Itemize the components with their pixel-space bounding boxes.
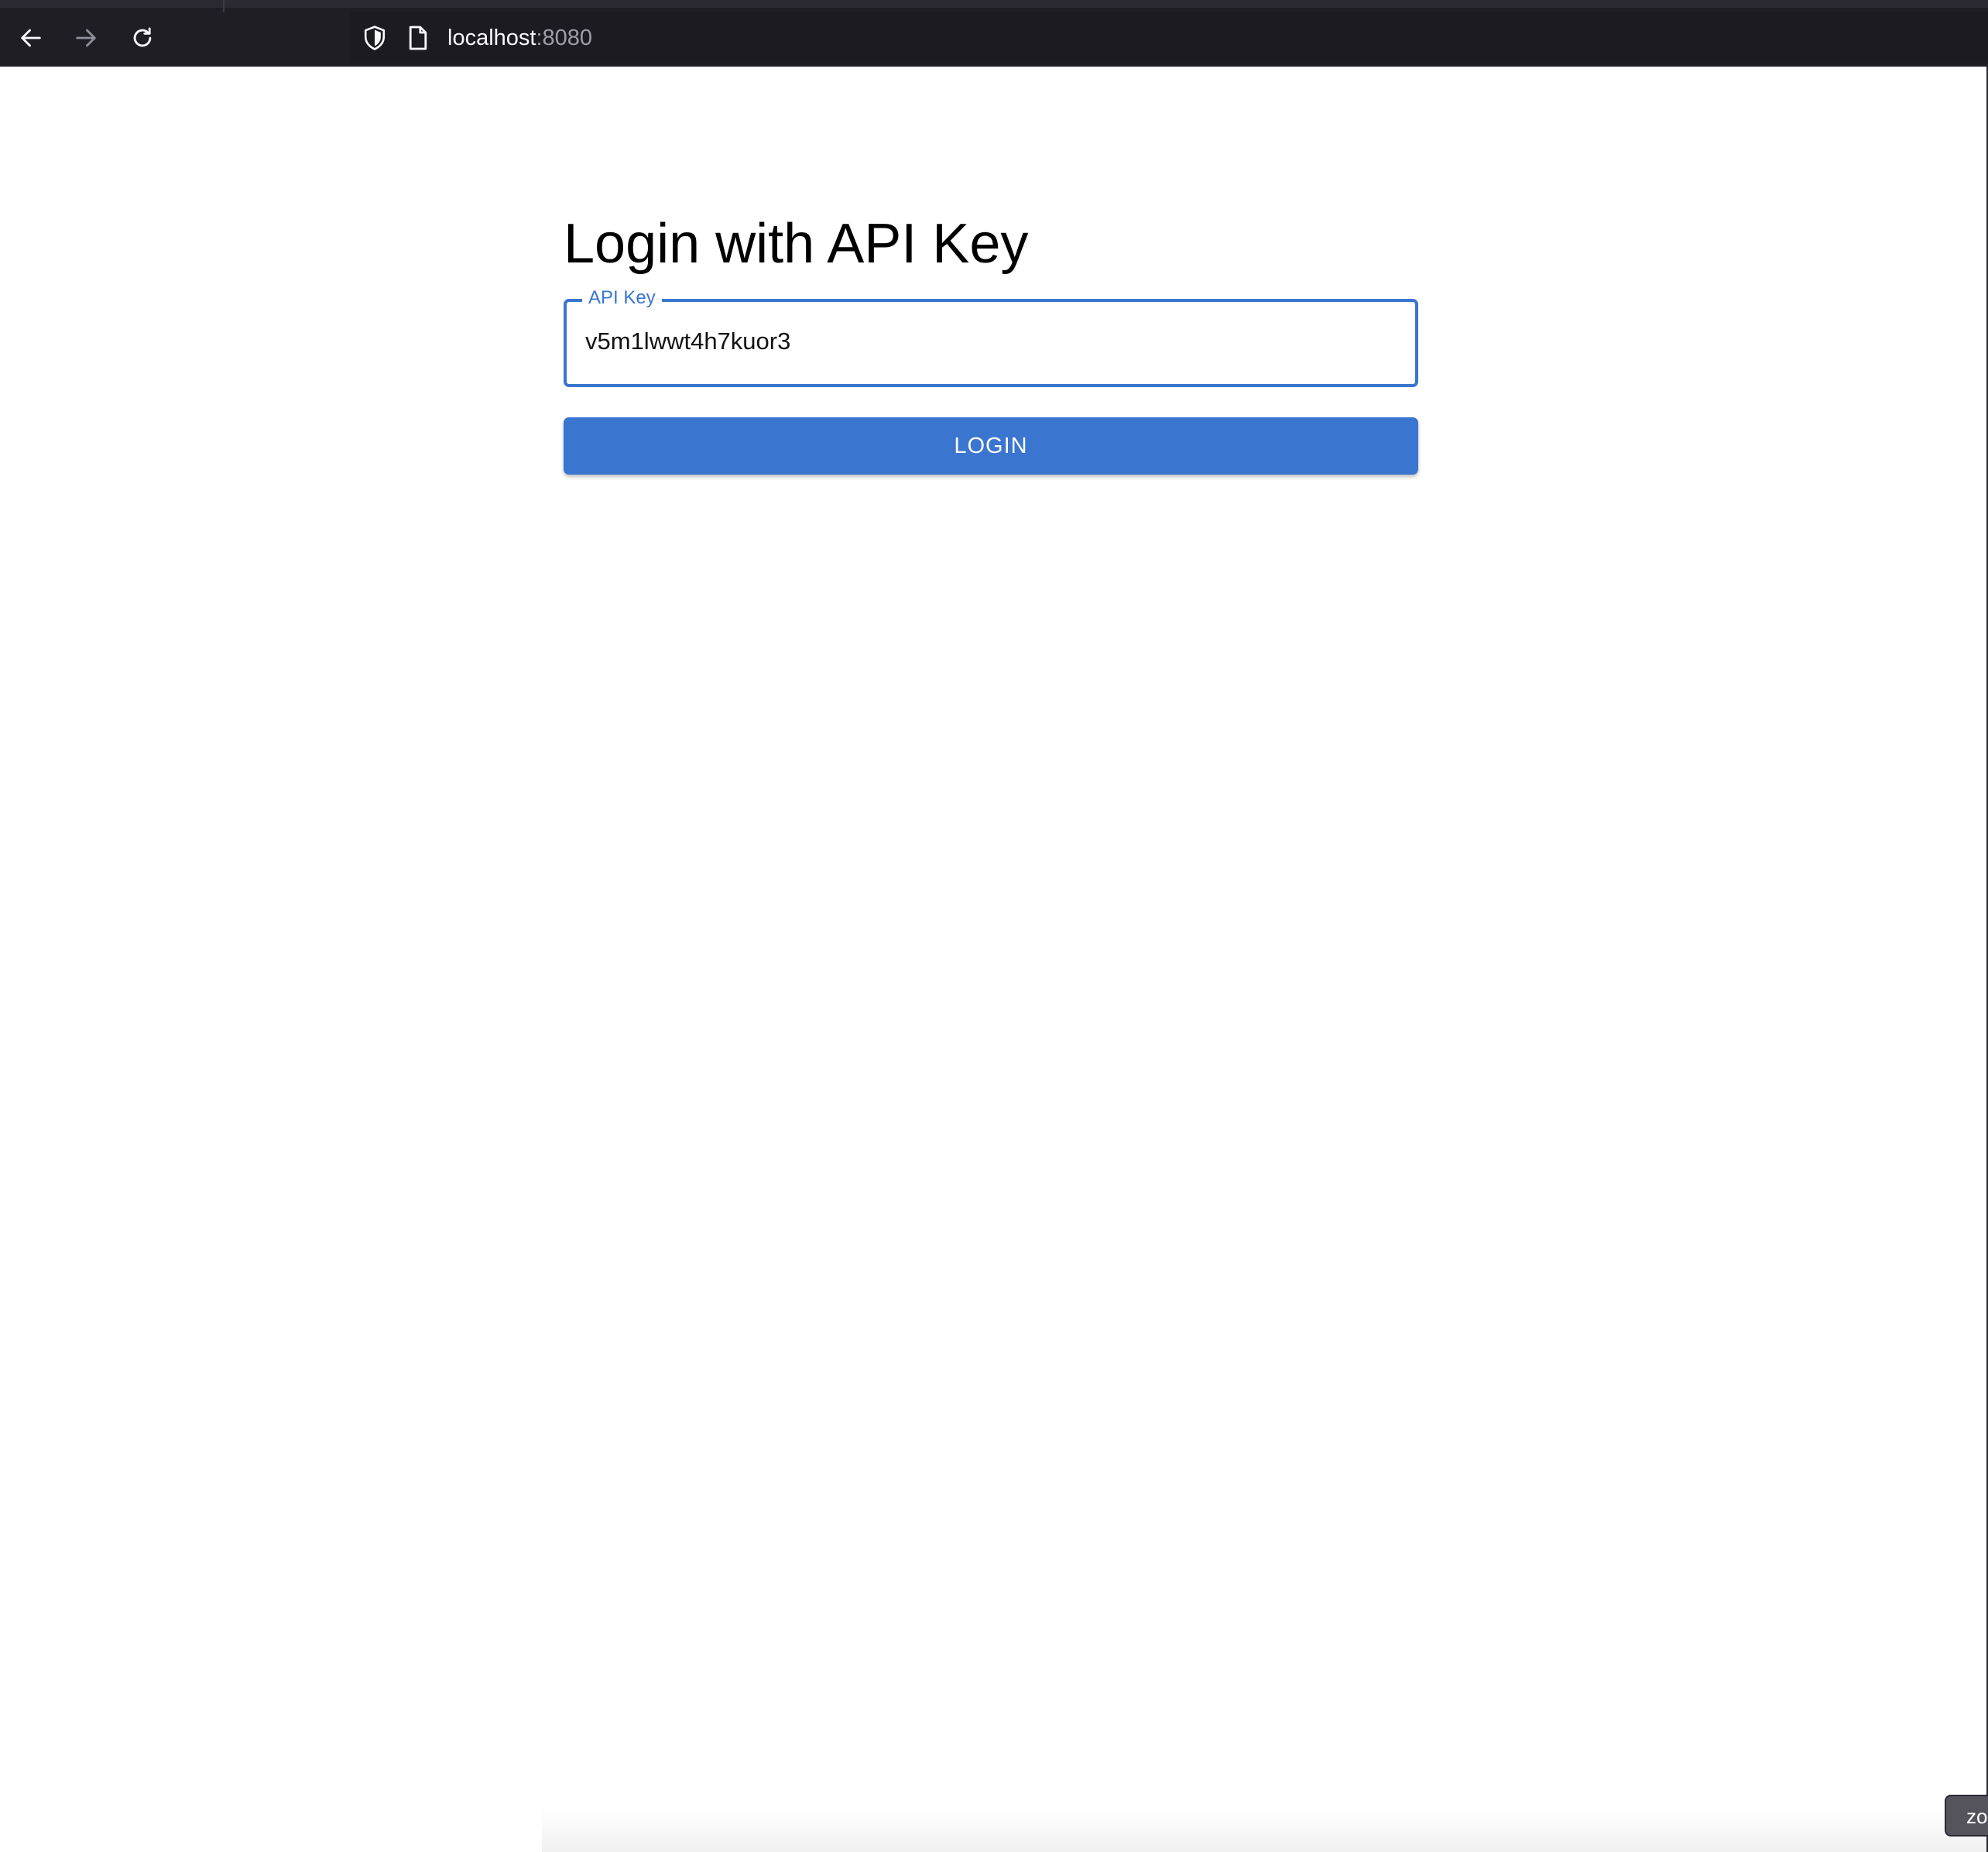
url-host: localhost: [447, 26, 536, 50]
forward-button[interactable]: [67, 19, 105, 57]
page-title: Login with API Key: [564, 213, 1029, 275]
page-icon: [404, 24, 432, 52]
reload-button[interactable]: [123, 19, 162, 57]
shield-icon[interactable]: [361, 24, 389, 52]
url-text[interactable]: localhost:8080: [447, 23, 592, 53]
api-key-field[interactable]: API Key: [564, 285, 1418, 387]
api-key-label: API Key: [582, 285, 662, 311]
tab-edge: [223, 0, 225, 12]
browser-toolbar: localhost:8080: [0, 0, 1988, 67]
page-viewport: Login with API Key API Key LOGIN: [0, 67, 1988, 1852]
bottom-shadow: [542, 1809, 1986, 1852]
url-port: :8080: [536, 26, 593, 50]
login-button[interactable]: LOGIN: [564, 417, 1418, 475]
arrow-left-icon: [21, 29, 41, 47]
api-key-input[interactable]: [585, 322, 1390, 361]
reload-icon: [133, 27, 152, 47]
arrow-right-icon: [76, 29, 96, 47]
address-bar[interactable]: localhost:8080: [350, 12, 1988, 63]
back-button[interactable]: [12, 19, 50, 57]
zoom-indicator[interactable]: zo: [1945, 1795, 1988, 1837]
zoom-indicator-label: zo: [1966, 1805, 1988, 1828]
